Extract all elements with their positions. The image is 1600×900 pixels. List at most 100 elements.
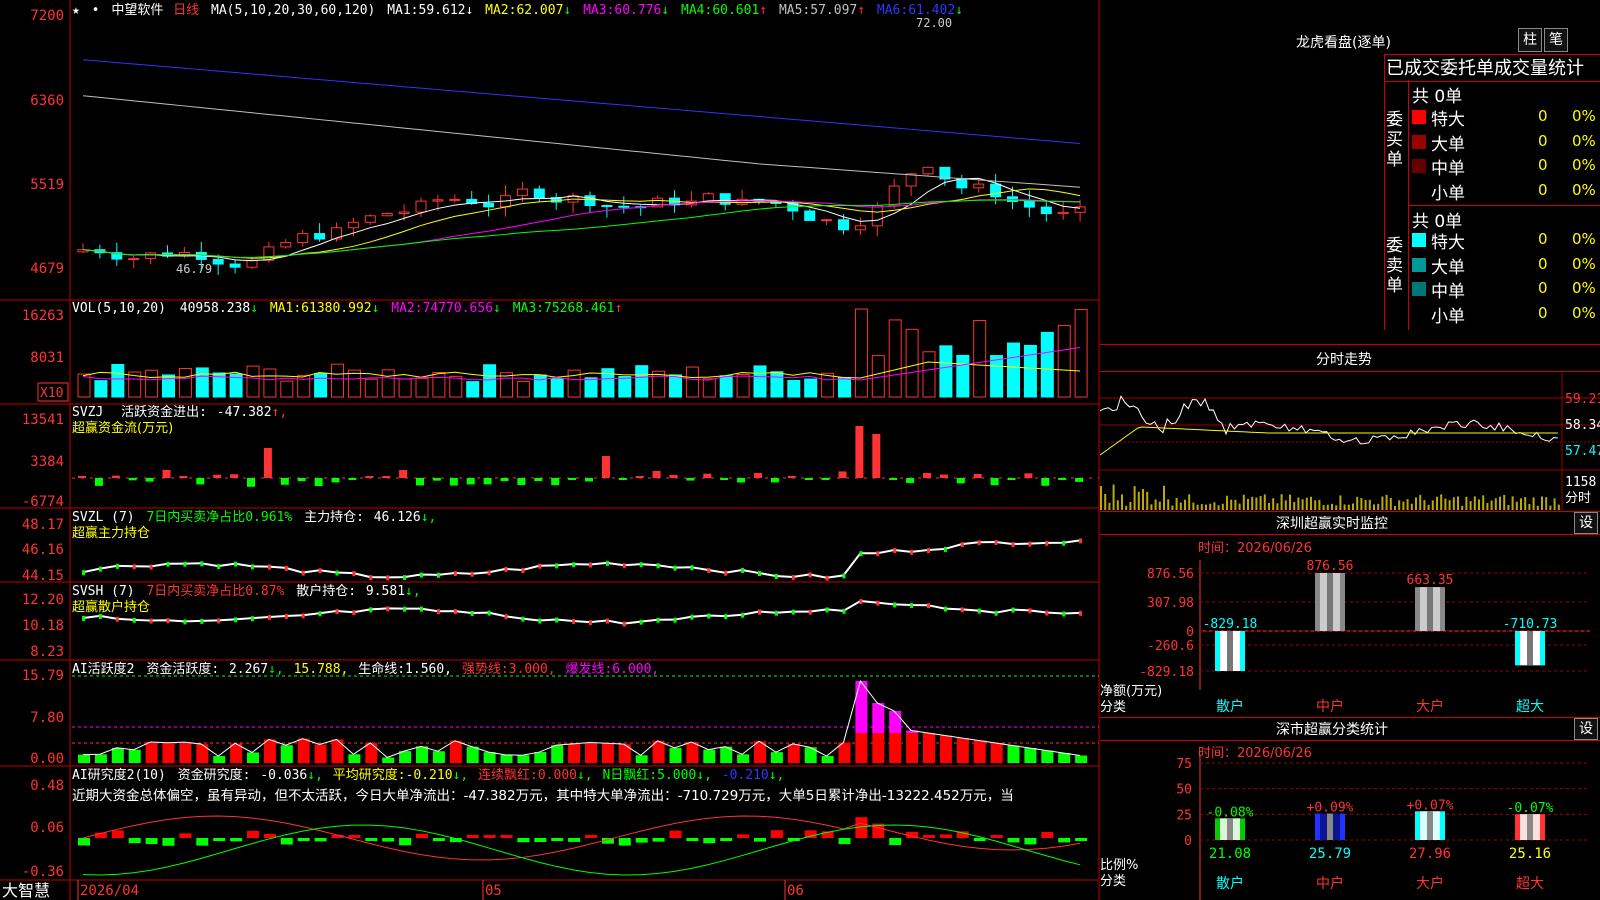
svsh-pane[interactable] [82, 599, 1083, 627]
holding-tick [436, 609, 440, 615]
holding-tick [605, 560, 609, 566]
research-bar [1075, 838, 1088, 841]
intraday-volume-bar [1448, 500, 1451, 510]
holding-tick [791, 574, 795, 580]
holding-tick [301, 570, 305, 576]
intraday-volume-bar [1314, 500, 1317, 510]
intraday-volume-bar [1377, 503, 1380, 510]
svg-text:超赢主力持仓: 超赢主力持仓 [72, 525, 150, 541]
monitor-category: 中户 [1316, 698, 1344, 715]
fund-flow-bar [754, 472, 762, 478]
volume-bar [821, 372, 835, 398]
classify-value: 27.96 [1409, 846, 1451, 862]
candle [415, 200, 427, 213]
activity-bar [517, 755, 530, 763]
holding-tick [98, 566, 102, 572]
monitor-chart[interactable]: 876.56 307.98 0-260.6 -829.18 净额(万元)分类 -829.1… [1100, 540, 1600, 715]
holding-tick [132, 564, 136, 570]
intraday-volume-bar [1116, 500, 1119, 510]
ma-line [82, 199, 1081, 259]
intraday-volume-bar [1478, 499, 1480, 510]
holding-tick [183, 619, 187, 625]
intraday-chart[interactable]: 59.21 58.34 57.47 1158 分时 [1100, 370, 1600, 510]
intraday-volume-bar [1335, 505, 1338, 510]
intraday-volume [1100, 484, 1560, 510]
intraday-volume-bar [1154, 499, 1157, 510]
holding-tick [369, 607, 373, 613]
volume-bar [195, 367, 209, 398]
classify-chart[interactable]: 75 50 25 0 比例%分类 -0.08% 21.08 散户 +0.09% 25.79 中户 +0… [1100, 745, 1600, 900]
activity-bar [1007, 745, 1020, 763]
volume-bar [347, 369, 361, 398]
fund-flow-bar [585, 478, 593, 482]
activity-bar [635, 755, 648, 763]
bar-mode-button[interactable]: 柱 [1518, 28, 1542, 52]
classify-ylabel: 比例% [1100, 858, 1138, 873]
activity-bar [551, 745, 564, 763]
classify-bar [1515, 814, 1545, 840]
research-bar [720, 838, 733, 841]
fund-flow-bar [923, 472, 931, 478]
classify-value: 21.08 [1209, 846, 1251, 862]
fund-flow-bar [416, 478, 424, 486]
research-bar [838, 838, 851, 845]
holding-tick [284, 613, 288, 619]
svzl-pane[interactable] [82, 538, 1083, 581]
intraday-volume-bar [1473, 496, 1476, 510]
classify-settings-button[interactable]: 设 [1574, 718, 1598, 740]
research-bar [939, 834, 952, 838]
candle [145, 252, 157, 260]
classify-tick: 50 [1176, 783, 1192, 798]
stock-name[interactable]: 中望软件 [111, 2, 163, 18]
svzj-pane[interactable] [72, 426, 1099, 487]
volume-bar [770, 371, 784, 398]
fund-flow-bar [635, 476, 644, 478]
activity-bar [416, 746, 428, 763]
activity-bar [196, 744, 209, 763]
fund-flow-bar [331, 478, 340, 483]
volume-bar [618, 376, 632, 398]
holding-tick [453, 609, 457, 615]
fund-flow-bar [466, 478, 475, 485]
holding-tick [369, 575, 373, 581]
classify-category: 散户 [1216, 875, 1244, 892]
holding-tick [267, 564, 271, 570]
research-bar [365, 838, 378, 841]
monitor-bar-label: -829.18 [1203, 617, 1258, 632]
holding-tick [166, 561, 170, 567]
monitor-settings-button[interactable]: 设 [1574, 512, 1598, 534]
monitor-tick: 0 [1186, 625, 1194, 640]
ai1-pane[interactable] [72, 675, 1099, 763]
fund-flow-bar [601, 456, 610, 478]
volume-pane[interactable] [77, 308, 1088, 398]
volume-bar [364, 378, 378, 398]
intraday-volume-bar [1356, 496, 1359, 510]
holding-tick [267, 614, 271, 620]
holding-tick [115, 616, 119, 622]
holding-tick [622, 621, 626, 627]
intraday-volume-bar [1108, 502, 1111, 510]
tick-mode-button[interactable]: 笔 [1544, 28, 1568, 52]
fund-flow-bar [162, 469, 171, 478]
classify-change: +0.09% [1307, 801, 1354, 816]
intraday-volume-bar [1205, 504, 1207, 510]
legend-swatch [1412, 134, 1426, 149]
ma-line [82, 177, 1081, 262]
svg-text:分时: 分时 [1565, 491, 1591, 506]
order-count: 0 [1538, 279, 1548, 297]
intraday-volume-bar [1515, 501, 1518, 510]
price-pane[interactable] [77, 59, 1086, 275]
research-bar [703, 838, 716, 844]
research-bar [162, 838, 175, 846]
ai2-pane[interactable] [78, 815, 1088, 876]
fund-flow-bar [247, 478, 255, 487]
fund-flow-bar [1007, 478, 1016, 480]
intraday-volume-bar [1112, 484, 1115, 510]
date-tick: 06 [787, 883, 804, 899]
intraday-volume-bar [1360, 498, 1363, 510]
activity-bar [382, 757, 395, 763]
svsh-value: 9.581 [366, 584, 405, 599]
intraday-volume-bar [1179, 502, 1182, 510]
candle [364, 215, 376, 223]
activity-bar [568, 743, 581, 763]
